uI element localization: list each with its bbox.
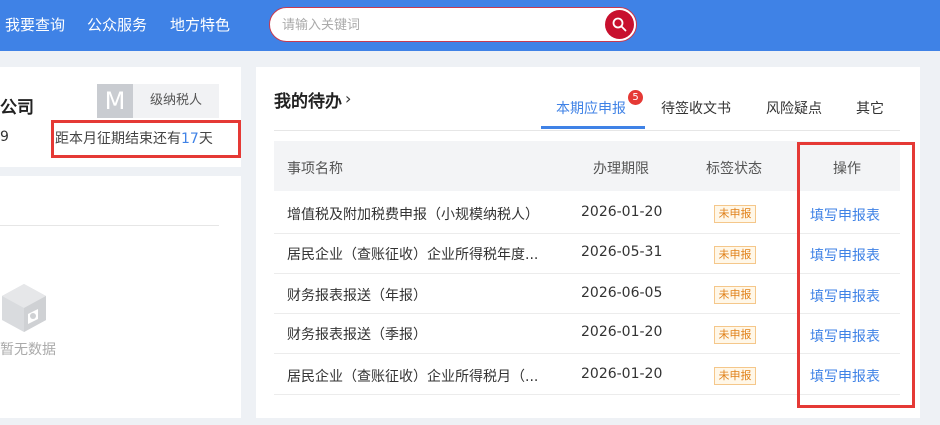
empty-data-text: 暂无数据: [0, 342, 56, 358]
tab-pending-documents[interactable]: 待签收文书: [661, 98, 731, 118]
deadline-prefix: 距本月征期结束还有: [55, 131, 181, 147]
row-deadline: 2026-06-05: [581, 285, 663, 301]
status-badge: 未申报: [714, 367, 756, 385]
row-item-name: 增值税及附加税费申报（小规模纳税人）: [287, 207, 539, 223]
panel-divider: [0, 225, 219, 226]
status-badge: 未申报: [714, 286, 756, 304]
row-item-name: 居民企业（查账征收）企业所得税月（...: [287, 369, 539, 385]
column-header-item-name: 事项名称: [287, 161, 343, 177]
empty-box-icon: [2, 284, 46, 332]
status-badge: 未申报: [714, 246, 756, 264]
search-bar: [269, 7, 637, 42]
chevron-right-icon[interactable]: ›: [345, 89, 351, 108]
deadline-countdown: 距本月征期结束还有17天: [55, 128, 213, 148]
status-badge: 未申报: [714, 205, 756, 223]
row-deadline: 2026-01-20: [581, 324, 663, 340]
tabs-divider: [274, 130, 900, 131]
row-deadline: 2026-05-31: [581, 244, 663, 260]
row-item-name: 居民企业（查账征收）企业所得税年度...: [287, 247, 539, 263]
todo-title[interactable]: 我的待办: [274, 87, 342, 112]
row-item-name: 财务报表报送（年报）: [287, 288, 427, 304]
row-deadline: 2026-01-20: [581, 366, 663, 382]
status-badge: 未申报: [714, 326, 756, 344]
search-input[interactable]: [282, 15, 602, 35]
active-tab-indicator: [541, 126, 645, 129]
row-item-name: 财务报表报送（季报）: [287, 327, 427, 343]
company-name: 公司: [0, 98, 34, 118]
column-header-deadline: 办理期限: [593, 161, 649, 177]
tab-current-period-filing[interactable]: 本期应申报: [556, 98, 626, 118]
nav-item-query[interactable]: 我要查询: [5, 14, 65, 36]
taxpayer-type-tag: 级纳税人: [133, 84, 219, 118]
tab-risk-doubts[interactable]: 风险疑点: [766, 98, 822, 118]
nav-item-public-service[interactable]: 公众服务: [87, 14, 147, 36]
avatar: M: [97, 84, 133, 118]
deadline-suffix: 天: [198, 131, 213, 147]
profile-digit: 9: [0, 129, 9, 145]
tab-other[interactable]: 其它: [856, 98, 884, 118]
nav-item-local-features[interactable]: 地方特色: [170, 14, 230, 36]
column-header-status: 标签状态: [706, 161, 762, 177]
actions-highlight-box: [797, 142, 915, 408]
row-deadline: 2026-01-20: [581, 204, 663, 220]
tab-badge-count: 5: [628, 90, 643, 105]
deadline-days: 17: [181, 131, 199, 147]
search-button[interactable]: [605, 10, 634, 39]
search-icon: [612, 17, 627, 32]
